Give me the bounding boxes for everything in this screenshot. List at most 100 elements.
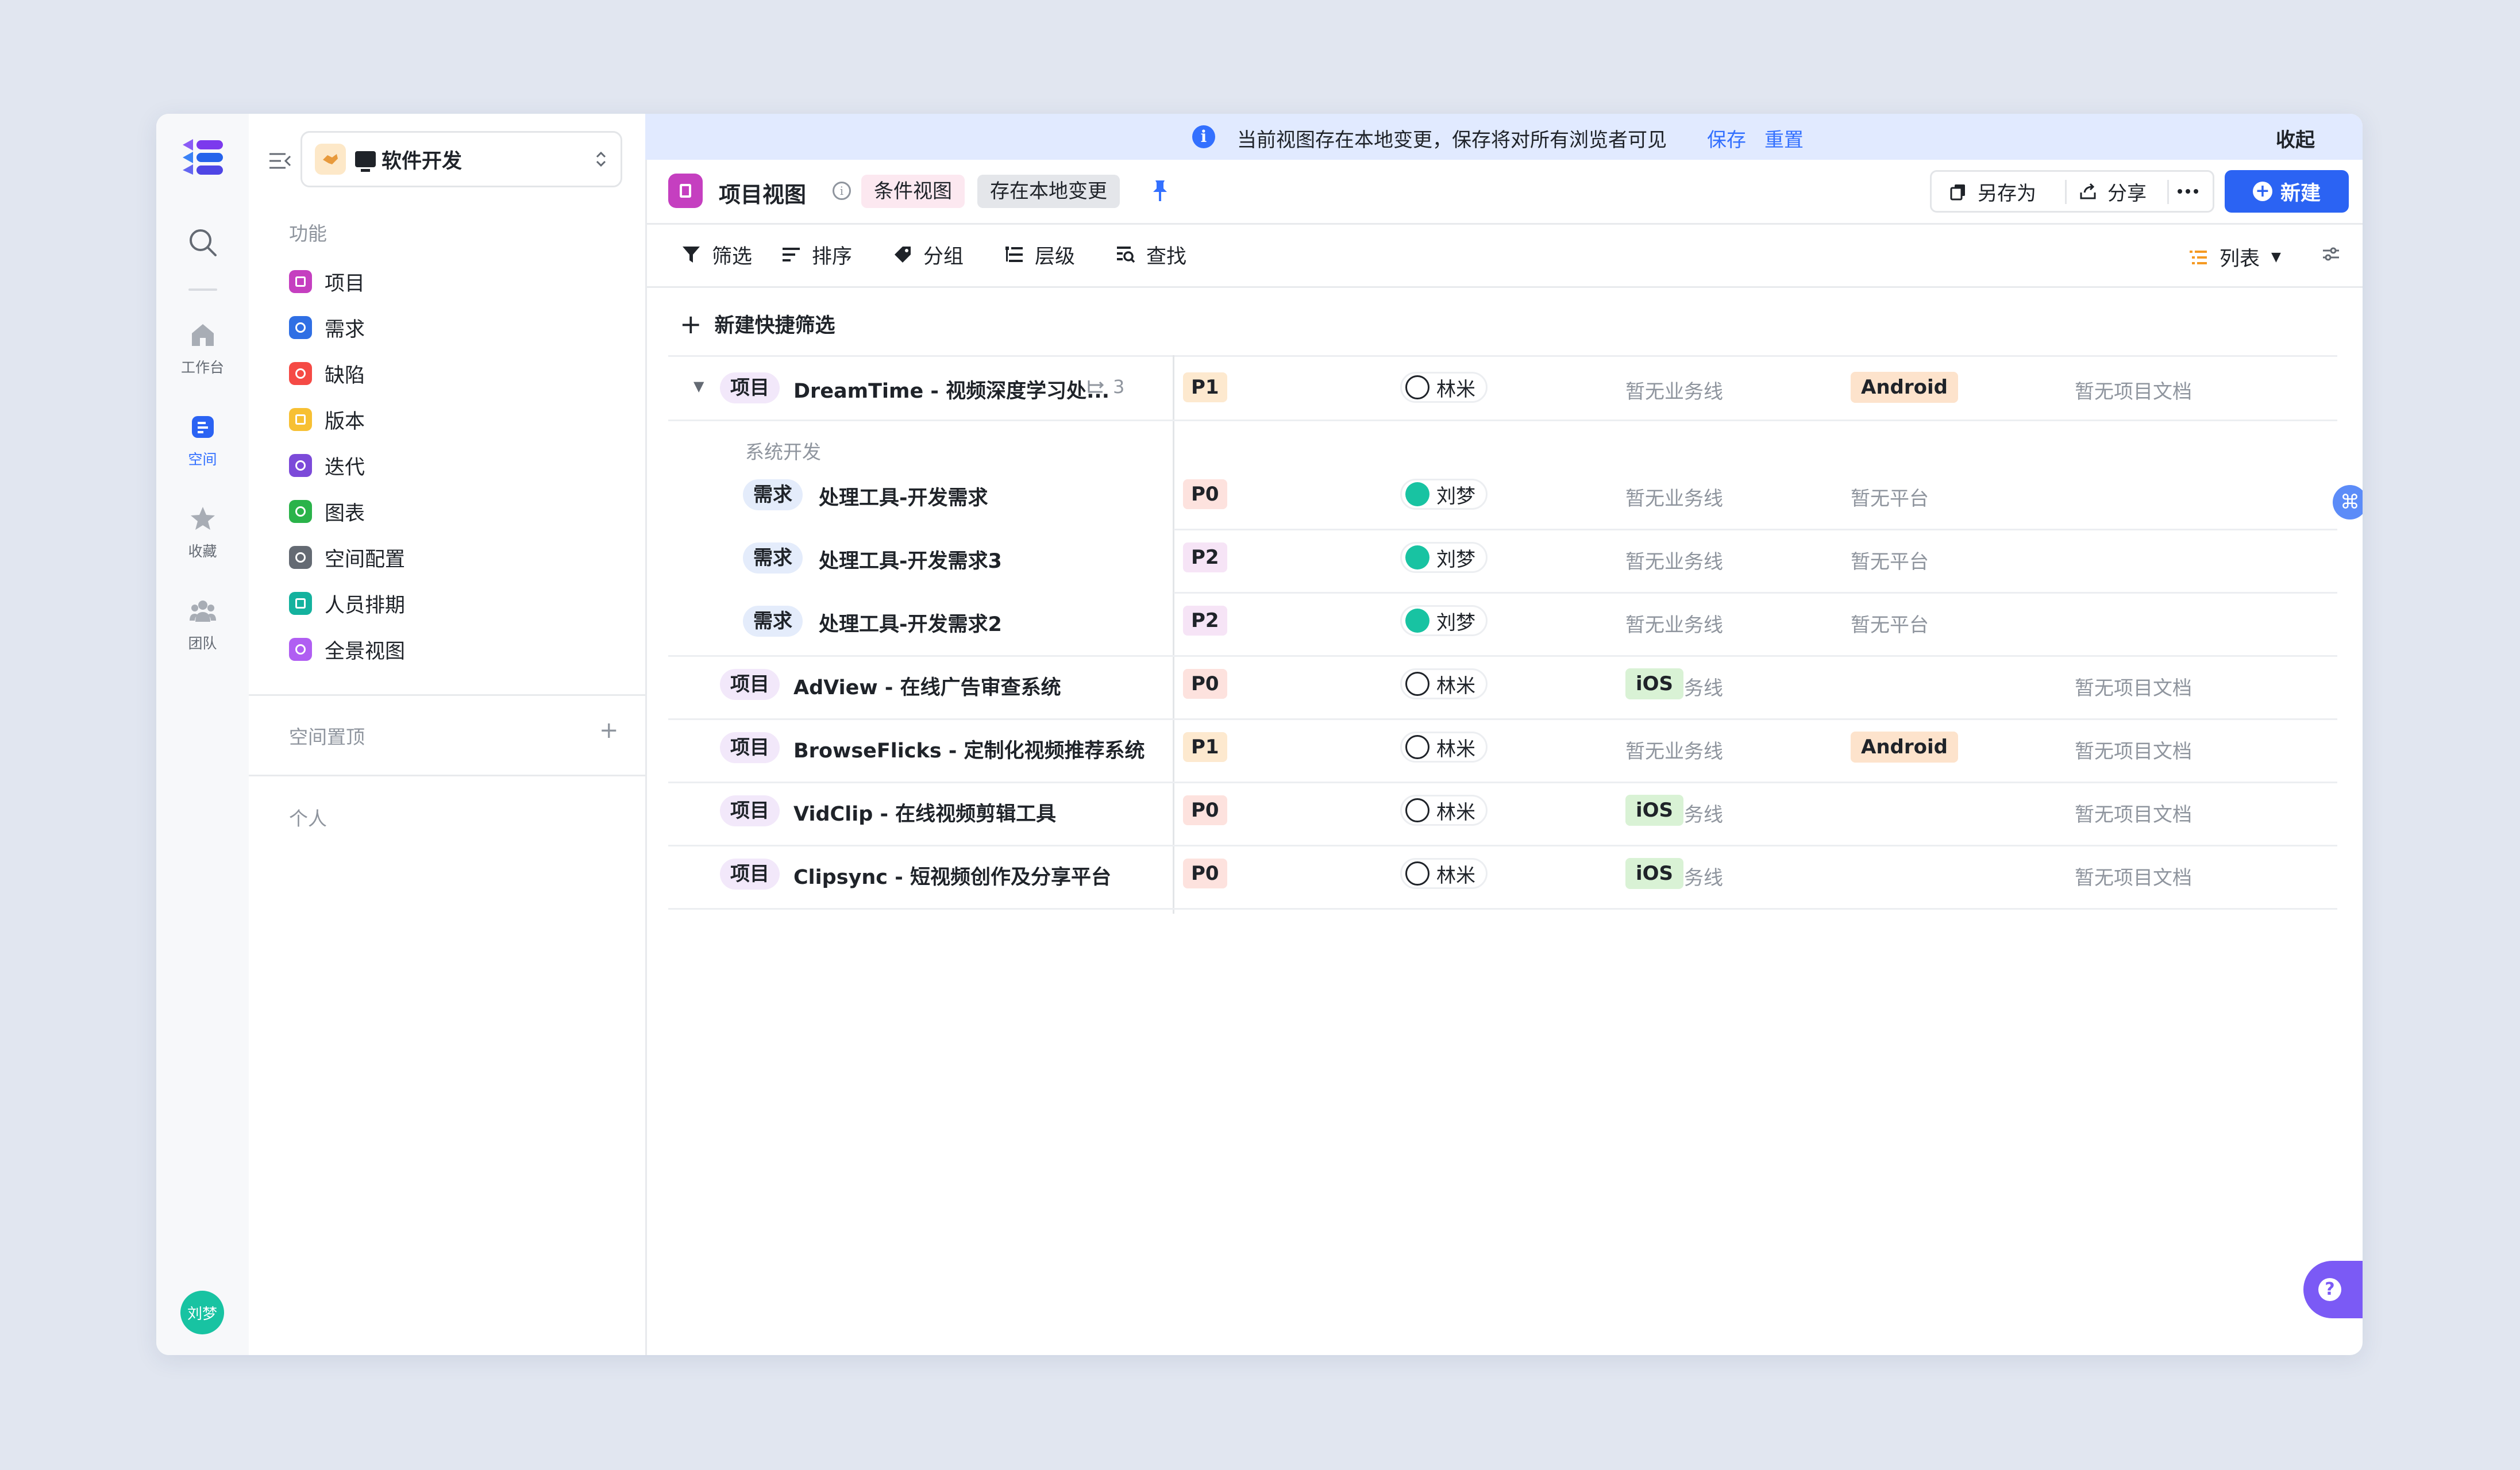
share-label: 分享	[2107, 182, 2147, 205]
priority-tag[interactable]: P1	[1183, 372, 1227, 402]
business-line[interactable]: 暂无业务线	[1625, 736, 1723, 764]
owner-chip[interactable]: 林米	[1400, 858, 1488, 889]
owner-chip[interactable]: 刘梦	[1400, 605, 1488, 636]
collapse-sidebar-icon[interactable]	[266, 147, 294, 175]
owner-chip[interactable]: 林米	[1400, 668, 1488, 699]
avatar	[1405, 482, 1429, 506]
table-row[interactable]: 项目 BrowseFlicks - 定制化视频推荐系统 P1 林米 暂无业务线 …	[668, 718, 2337, 782]
group-button[interactable]: 分组	[892, 243, 964, 268]
priority-tag[interactable]: P0	[1183, 795, 1227, 825]
app-logo-icon[interactable]	[180, 138, 225, 176]
shortcut-float-icon[interactable]: ⌘	[2333, 485, 2363, 519]
owner-chip[interactable]: 林米	[1400, 732, 1488, 763]
save-as-button[interactable]: 另存为	[1949, 172, 2036, 211]
row-title[interactable]: VidClip - 在线视频剪辑工具	[793, 798, 1056, 827]
priority-tag[interactable]: P2	[1183, 542, 1227, 572]
help-button[interactable]: ?	[2303, 1261, 2363, 1318]
more-button[interactable]	[2176, 172, 2199, 211]
search-icon[interactable]	[187, 226, 219, 259]
space-selector[interactable]: 软件开发	[300, 131, 622, 187]
find-button[interactable]: 查找	[1115, 243, 1186, 268]
share-button[interactable]: 分享	[2079, 172, 2147, 211]
add-pinned-icon[interactable]: +	[599, 717, 619, 744]
platform[interactable]: 暂无平台	[1851, 483, 1929, 511]
row-title[interactable]: 处理工具-开发需求2	[819, 608, 1002, 637]
owner-chip[interactable]: 林米	[1400, 795, 1488, 826]
sub-item-count[interactable]: 3	[1086, 376, 1124, 398]
banner-reset-link[interactable]: 重置	[1764, 124, 1804, 152]
view-info-icon[interactable]: i	[833, 182, 851, 200]
platform-tag[interactable]: iOS	[1625, 668, 1684, 699]
business-line[interactable]: 暂无业务线	[1625, 609, 1723, 637]
plus-icon: +	[680, 308, 702, 340]
filter-icon	[683, 247, 700, 263]
new-quick-filter-button[interactable]: + 新建快捷筛选	[680, 309, 835, 338]
pin-icon[interactable]	[1149, 178, 1172, 203]
project-doc[interactable]: 暂无项目文档	[2075, 799, 2192, 827]
row-title[interactable]: BrowseFlicks - 定制化视频推荐系统	[793, 734, 1145, 764]
platform[interactable]: 暂无平台	[1851, 546, 1929, 574]
priority-tag[interactable]: P1	[1183, 732, 1227, 762]
nav-item-projects[interactable]: 项目	[289, 264, 365, 299]
rail-item-team[interactable]: 团队	[156, 597, 249, 653]
platform-tag[interactable]: iOS	[1625, 858, 1684, 889]
row-title[interactable]: Clipsync - 短视频创作及分享平台	[793, 861, 1111, 890]
row-title[interactable]: DreamTime - 视频深度学习处...	[793, 375, 1109, 404]
nav-item-iterations[interactable]: 迭代	[289, 448, 365, 483]
rail-item-space[interactable]: 空间	[156, 413, 249, 469]
table-row[interactable]: 需求 处理工具-开发需求2 P2 刘梦 暂无业务线 暂无平台	[668, 592, 2337, 655]
info-icon: i	[1192, 125, 1215, 148]
table-row[interactable]: 项目 AdView - 在线广告审查系统 P0 林米 暂无业务线 iOS 暂无项…	[668, 655, 2337, 718]
nav-item-charts[interactable]: 图表	[289, 494, 365, 529]
owner-chip[interactable]: 刘梦	[1400, 479, 1488, 510]
platform[interactable]: 暂无平台	[1851, 609, 1929, 637]
nav-item-space-config[interactable]: 空间配置	[289, 540, 405, 575]
project-doc[interactable]: 暂无项目文档	[2075, 862, 2192, 890]
nav-item-requirements[interactable]: 需求	[289, 310, 365, 345]
table-row[interactable]: 项目 Clipsync - 短视频创作及分享平台 P0 林米 暂无业务线 iOS…	[668, 845, 2337, 908]
banner-collapse-button[interactable]: 收起	[2276, 124, 2315, 152]
new-button[interactable]: + 新建	[2225, 170, 2349, 213]
project-doc[interactable]: 暂无项目文档	[2075, 376, 2192, 404]
platform-tag[interactable]: Android	[1851, 732, 1958, 763]
business-line[interactable]: 暂无业务线	[1625, 483, 1723, 511]
business-line[interactable]: 暂无业务线	[1625, 546, 1723, 574]
sort-button[interactable]: 排序	[781, 243, 852, 268]
subtask-icon	[1088, 380, 1104, 393]
expand-caret-icon[interactable]: ▼	[693, 378, 704, 394]
owner-chip[interactable]: 林米	[1400, 372, 1488, 403]
owner-name: 林米	[1436, 674, 1475, 698]
table-row[interactable]: 需求 处理工具-开发需求 P0 刘梦 暂无业务线 暂无平台	[668, 464, 2337, 529]
row-title[interactable]: 处理工具-开发需求	[819, 482, 988, 511]
row-title[interactable]: 处理工具-开发需求3	[819, 545, 1002, 574]
view-settings-icon[interactable]	[2321, 244, 2341, 264]
filter-button[interactable]: 筛选	[681, 243, 752, 268]
nav-item-panorama[interactable]: 全景视图	[289, 632, 405, 667]
business-line[interactable]: 暂无业务线	[1625, 376, 1723, 404]
banner-save-link[interactable]: 保存	[1707, 124, 1746, 152]
table-row[interactable]: 需求 处理工具-开发需求3 P2 刘梦 暂无业务线 暂无平台	[668, 529, 2337, 592]
table-row[interactable]: ▼ 项目 DreamTime - 视频深度学习处... 3 P1 林米 暂无业务	[668, 355, 2337, 420]
owner-chip[interactable]: 刘梦	[1400, 542, 1488, 573]
priority-tag[interactable]: P0	[1183, 859, 1227, 888]
nav-item-label: 人员排期	[325, 594, 406, 617]
priority-tag[interactable]: P2	[1183, 606, 1227, 636]
user-avatar[interactable]: 刘梦	[180, 1291, 224, 1334]
priority-tag[interactable]: P0	[1183, 479, 1227, 509]
view-title[interactable]: 项目视图	[719, 177, 806, 209]
row-title[interactable]: AdView - 在线广告审查系统	[793, 671, 1061, 701]
view-mode-select[interactable]: 列表 ▼	[2188, 243, 2281, 272]
nav-item-versions[interactable]: 版本	[289, 402, 365, 437]
nav-item-staff-schedule[interactable]: 人员排期	[289, 586, 405, 621]
rail-item-workbench[interactable]: 工作台	[156, 321, 249, 377]
rail-item-favorites[interactable]: 收藏	[156, 505, 249, 561]
level-button[interactable]: 层级	[1004, 243, 1075, 268]
platform-tag[interactable]: iOS	[1625, 795, 1684, 826]
project-doc[interactable]: 暂无项目文档	[2075, 736, 2192, 764]
nav-item-bugs[interactable]: 缺陷	[289, 356, 365, 391]
priority-tag[interactable]: P0	[1183, 669, 1227, 699]
platform-tag[interactable]: Android	[1851, 372, 1958, 403]
table-row[interactable]: 项目 VidClip - 在线视频剪辑工具 P0 林米 暂无业务线 iOS 暂无…	[668, 782, 2337, 845]
project-doc[interactable]: 暂无项目文档	[2075, 672, 2192, 701]
team-icon	[189, 601, 216, 622]
